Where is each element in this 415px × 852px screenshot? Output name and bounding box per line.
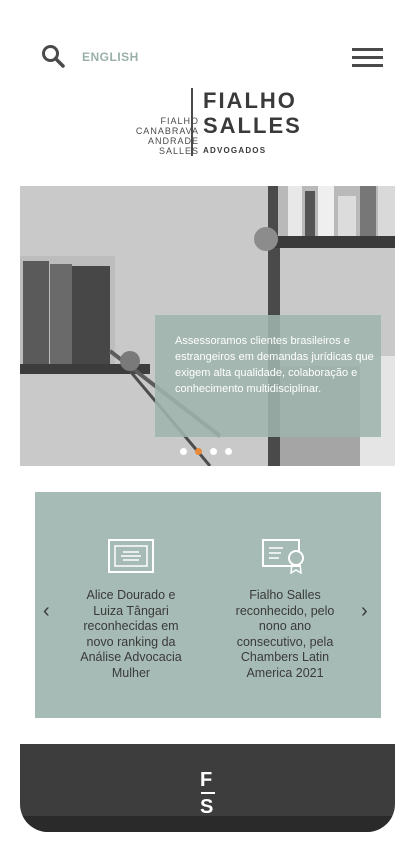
slider-dot-4[interactable] (225, 448, 232, 455)
news-text: Fialho Salles reconhecido, pelo nono ano… (235, 588, 335, 680)
logo-main-line1: FIALHO (203, 88, 297, 113)
slider-dot-2[interactable] (195, 448, 202, 455)
hero-caption: Assessoramos clientes brasileiros e estr… (155, 315, 381, 437)
carousel-next-arrow[interactable]: › (361, 600, 368, 623)
slider-dot-1[interactable] (180, 448, 187, 455)
footer-logo-divider (201, 792, 215, 794)
brand-logo[interactable]: FIALHO CANABRAVA ANDRADE SALLES FIALHO S… (115, 88, 305, 160)
slider-dot-3[interactable] (210, 448, 217, 455)
slider-dots (180, 448, 232, 455)
logo-main-line2: SALLES (203, 113, 302, 138)
logo-subtitle: ADVOGADOS (203, 146, 267, 155)
news-card[interactable]: Fialho Salles reconhecido, pelo nono ano… (225, 538, 345, 681)
news-text: Alice Dourado e Luiza Tângari reconhecid… (80, 588, 182, 680)
hamburger-menu-icon[interactable] (352, 48, 383, 68)
language-switch-link[interactable]: ENGLISH (82, 50, 139, 64)
search-icon[interactable] (41, 44, 65, 68)
carousel-prev-arrow[interactable]: ‹ (43, 600, 50, 623)
logo-divider (191, 88, 193, 156)
logo-partner-names: FIALHO CANABRAVA ANDRADE SALLES (135, 116, 199, 156)
hero-slider[interactable]: Assessoramos clientes brasileiros e estr… (20, 186, 395, 466)
footer-logo-mark-top: F (200, 769, 213, 791)
news-card[interactable]: Alice Dourado e Luiza Tângari reconhecid… (71, 538, 191, 681)
news-carousel: ‹ › Alice Dourado e Luiza Tângari reconh… (35, 492, 381, 718)
certificate-icon (108, 539, 154, 573)
award-certificate-icon (262, 539, 304, 574)
site-footer: F S (20, 744, 395, 832)
site-header: ENGLISH FIALHO CANABRAVA ANDRADE SALLES … (0, 0, 415, 180)
footer-bottom-strip (20, 816, 395, 832)
